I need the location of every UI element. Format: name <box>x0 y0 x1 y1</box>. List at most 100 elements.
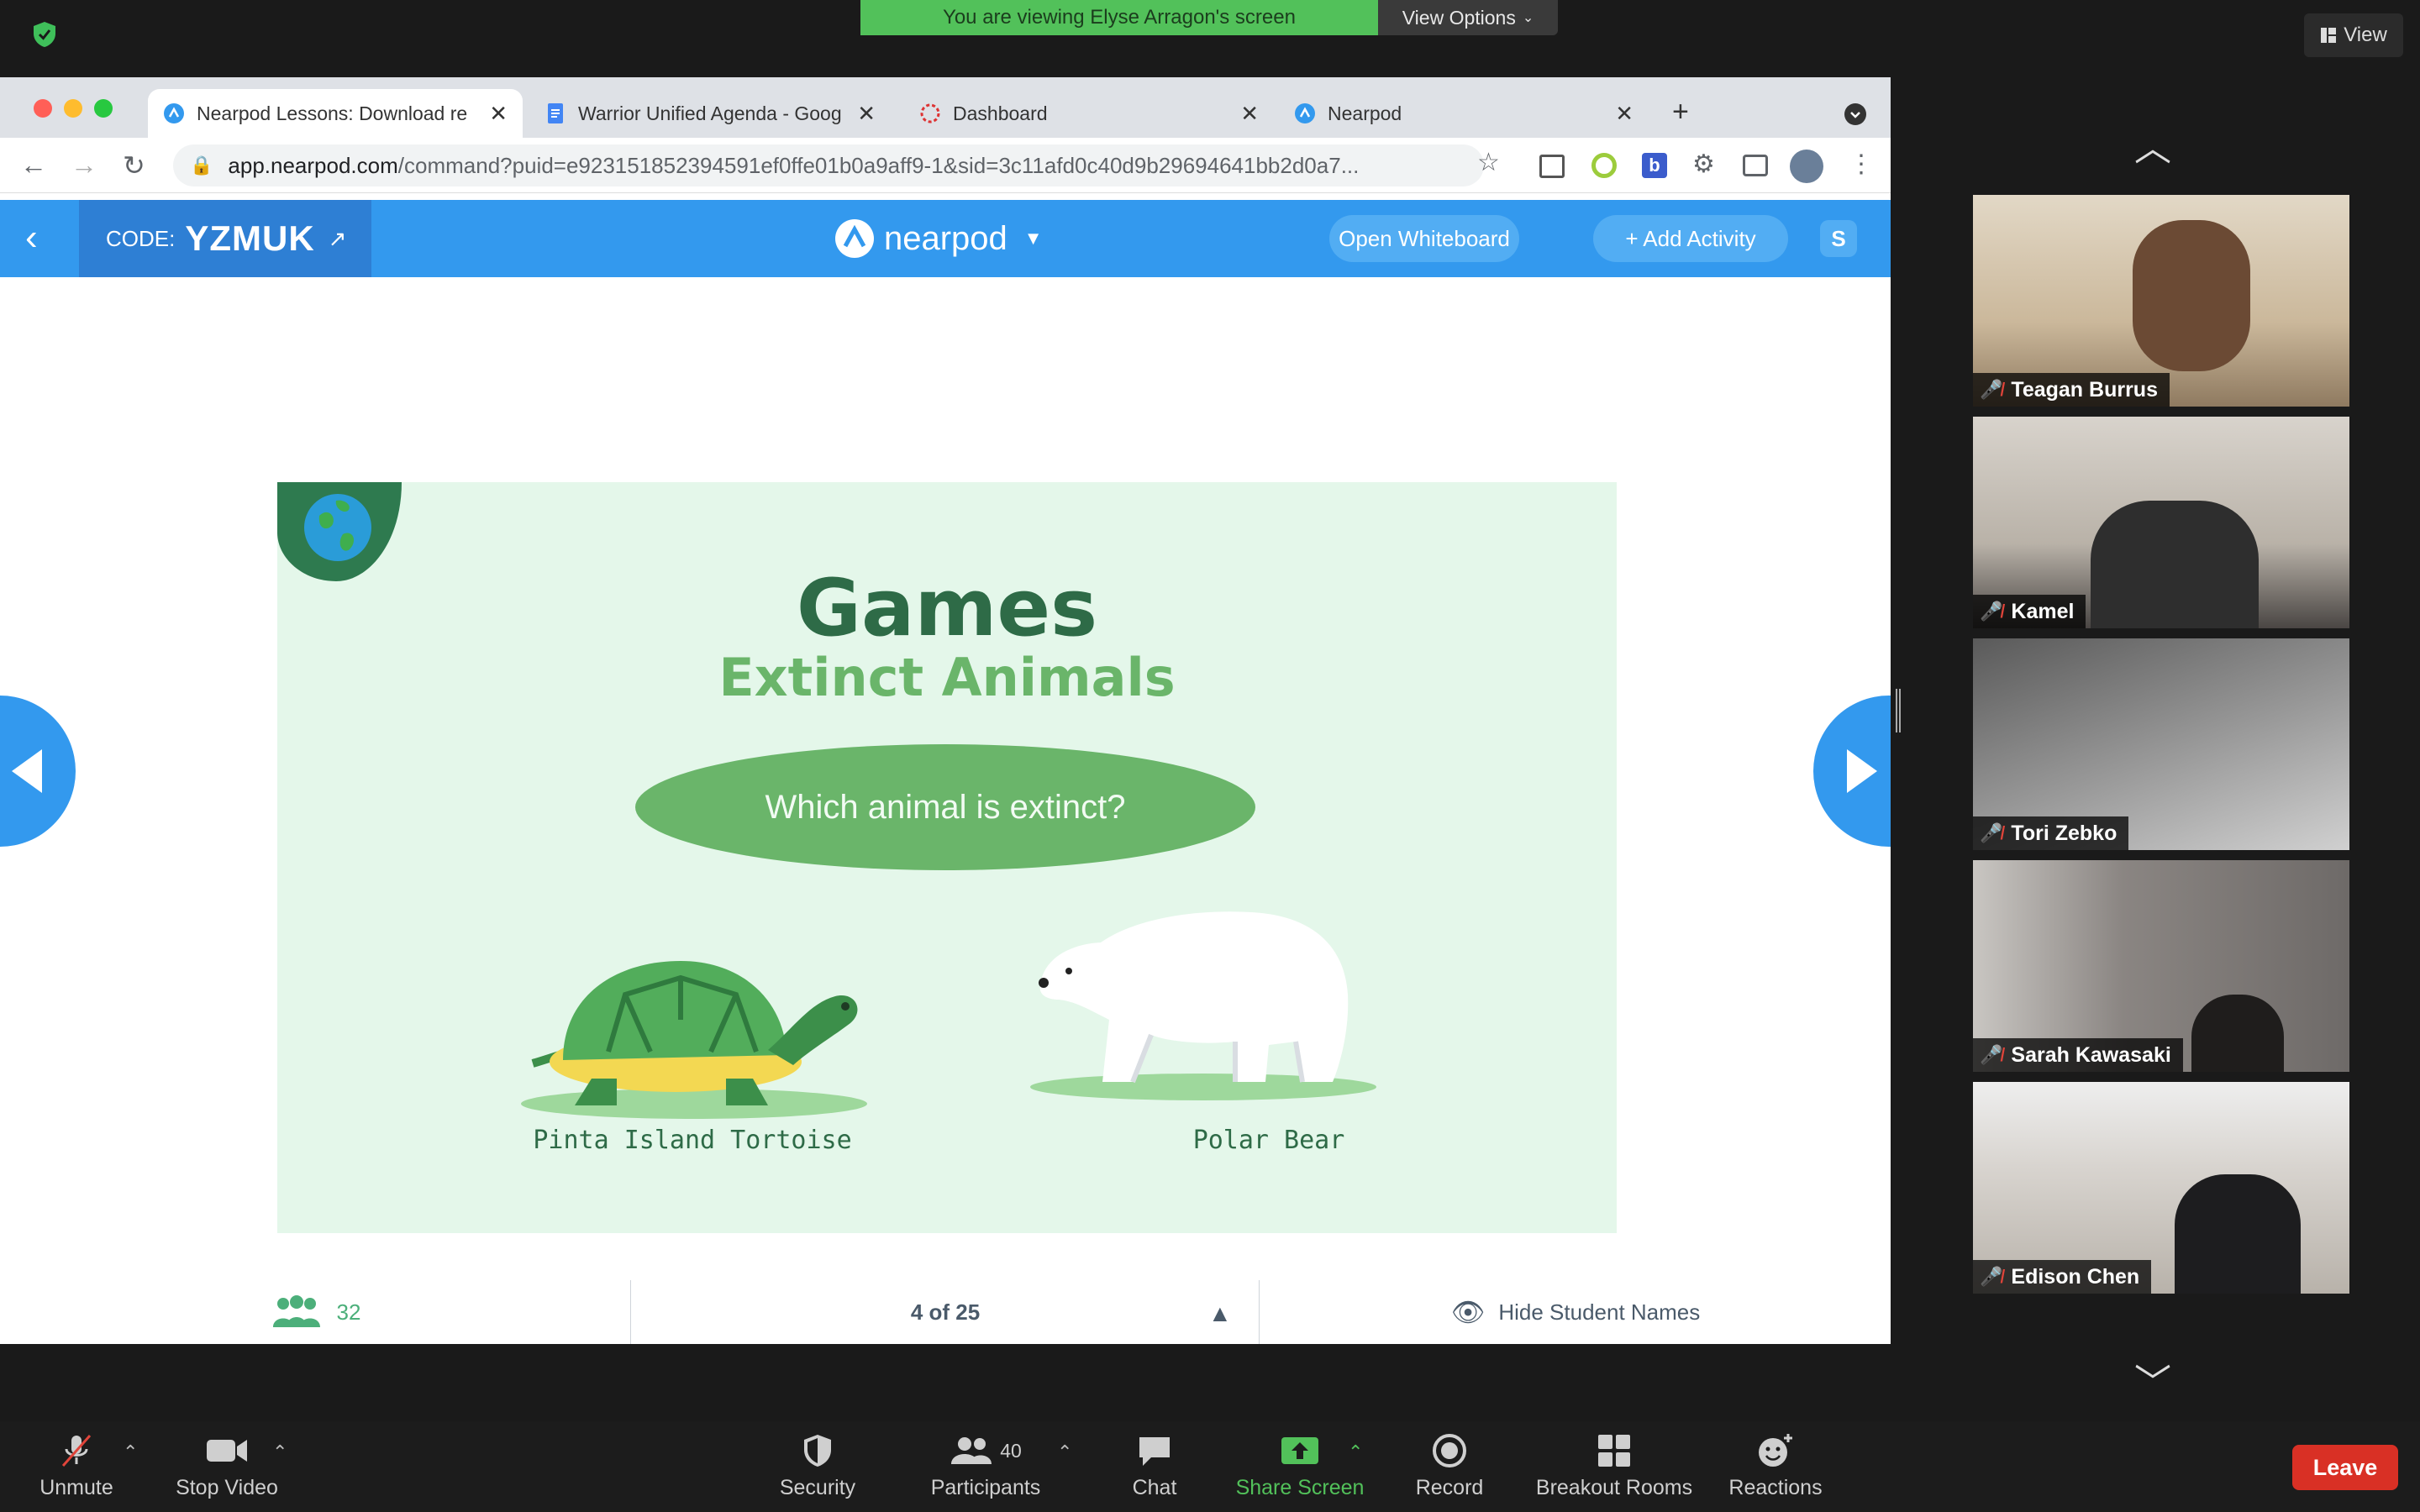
caret-down-icon: ▼ <box>1023 228 1043 249</box>
share-icon: ↗ <box>328 225 347 251</box>
nearpod-logo-menu[interactable]: nearpod ▼ <box>834 215 1043 262</box>
close-icon[interactable]: ✕ <box>857 101 876 127</box>
lock-icon: 🔒 <box>190 155 213 176</box>
new-tab-button[interactable]: + <box>1672 96 1689 129</box>
close-icon[interactable]: ✕ <box>1615 101 1634 127</box>
url-path: /command?puid=e923151852394591ef0ffe01b0… <box>397 152 1360 178</box>
breakout-rooms-label: Breakout Rooms <box>1535 1476 1693 1499</box>
mic-muted-icon: 🎤̸ <box>1980 1044 2003 1065</box>
zoom-top-bar: You are viewing Elyse Arragon's screen V… <box>0 0 2420 77</box>
view-layout-button[interactable]: View <box>2304 13 2403 57</box>
student-count[interactable]: 32 <box>0 1280 630 1344</box>
option-2-label: Polar Bear <box>1192 1126 1345 1155</box>
reactions-button[interactable]: Reactions <box>1719 1428 1832 1507</box>
window-close-button[interactable] <box>34 99 52 118</box>
arrow-left-icon <box>12 749 42 793</box>
unmute-button[interactable]: Unmute <box>30 1428 123 1507</box>
mic-muted-icon: 🎤̸ <box>1980 822 2003 843</box>
tortoise-illustration <box>521 961 867 1119</box>
more-menu-icon[interactable]: ⋮ <box>1849 150 1874 179</box>
url-input[interactable]: 🔒 app.nearpod.com/command?puid=e92315185… <box>173 144 1484 186</box>
view-options-button[interactable]: View Options ⌄ <box>1378 0 1558 35</box>
tab-nearpod[interactable]: Nearpod ✕ <box>1279 89 1649 138</box>
session-code[interactable]: CODE: YZMUK ↗ <box>79 200 371 277</box>
hide-student-names-button[interactable]: 👁 Hide Student Names <box>1260 1280 1891 1344</box>
microphone-muted-icon <box>58 1432 95 1469</box>
video-tile[interactable]: 🎤̸ Edison Chen <box>1973 1082 2349 1294</box>
panel-resize-handle[interactable] <box>1896 689 1901 732</box>
expand-slides-caret-icon[interactable]: ▲ <box>1208 1300 1232 1327</box>
nearpod-icon <box>164 103 184 123</box>
breakout-rooms-icon <box>1597 1432 1632 1469</box>
chevron-down-icon: ⌄ <box>1522 11 1534 25</box>
google-docs-icon <box>548 103 563 123</box>
video-tile[interactable]: 🎤̸ Kamel <box>1973 417 2349 628</box>
video-tile[interactable]: 🎤̸ Teagan Burrus <box>1973 195 2349 407</box>
share-options-caret-icon[interactable]: ⌃ <box>1348 1441 1363 1463</box>
window-maximize-button[interactable] <box>94 99 113 118</box>
dashboard-icon <box>920 103 940 123</box>
share-screen-button[interactable]: Share Screen <box>1230 1428 1370 1507</box>
tab-title: Dashboard <box>953 102 1048 124</box>
chat-button[interactable]: Chat <box>1111 1428 1198 1507</box>
option-1-label: Pinta Island Tortoise <box>533 1126 852 1155</box>
close-icon[interactable]: ✕ <box>1240 101 1259 127</box>
video-camera-icon <box>205 1432 249 1469</box>
reactions-label: Reactions <box>1728 1476 1823 1499</box>
nearpod-icon <box>1295 103 1315 123</box>
extension-b-icon[interactable]: b <box>1642 153 1667 178</box>
encryption-shield-icon[interactable] <box>30 20 59 49</box>
video-tile[interactable]: 🎤̸ Sarah Kawasaki <box>1973 860 2349 1072</box>
security-button[interactable]: Security <box>770 1428 865 1507</box>
tab-warrior-agenda[interactable]: Warrior Unified Agenda - Goog ✕ <box>529 89 891 138</box>
stop-video-button[interactable]: Stop Video <box>168 1428 286 1507</box>
view-layout-label: View <box>2344 24 2387 46</box>
tab-title: Warrior Unified Agenda - Goog <box>578 102 842 124</box>
breakout-rooms-button[interactable]: Breakout Rooms <box>1529 1428 1699 1507</box>
back-chevron-icon[interactable]: ‹ <box>25 217 38 259</box>
bookmark-star-icon[interactable]: ☆ <box>1477 148 1500 177</box>
audio-options-caret-icon[interactable]: ⌃ <box>123 1441 138 1463</box>
participant-name: Edison Chen <box>2011 1264 2140 1289</box>
puzzle-extensions-icon[interactable]: ⚙ <box>1692 150 1715 179</box>
meeting-toolbar <box>0 1421 2420 1512</box>
participants-caret-icon[interactable]: ⌃ <box>1057 1441 1072 1463</box>
extension-timer-icon[interactable] <box>1591 153 1617 178</box>
student-count-value: 32 <box>336 1299 361 1325</box>
participants-button[interactable]: 40 Participants <box>924 1428 1047 1507</box>
nearpod-logo-icon <box>835 219 874 258</box>
tab-nearpod-lessons[interactable]: Nearpod Lessons: Download re ✕ <box>148 89 523 138</box>
close-icon[interactable]: ✕ <box>489 101 508 127</box>
eye-slash-icon: 👁 <box>1450 1297 1486 1327</box>
open-whiteboard-button[interactable]: Open Whiteboard <box>1329 215 1519 262</box>
video-options-caret-icon[interactable]: ⌃ <box>272 1441 287 1463</box>
shield-icon <box>802 1432 834 1469</box>
screen-share-banner: You are viewing Elyse Arragon's screen <box>860 0 1378 35</box>
reload-icon[interactable]: ↻ <box>123 150 145 181</box>
security-label: Security <box>779 1476 856 1499</box>
participant-silhouette <box>2175 1174 2301 1294</box>
browser-window: Nearpod Lessons: Download re ✕ Warrior U… <box>0 77 1891 1344</box>
video-tile[interactable]: 🎤̸ Tori Zebko <box>1973 638 2349 850</box>
settings-s-icon[interactable]: S <box>1820 220 1857 257</box>
chat-label: Chat <box>1132 1476 1177 1499</box>
code-label: CODE: <box>106 225 176 251</box>
window-minimize-button[interactable] <box>64 99 82 118</box>
record-label: Record <box>1415 1476 1484 1499</box>
participant-silhouette <box>2191 995 2284 1072</box>
add-activity-button[interactable]: + Add Activity <box>1593 215 1788 262</box>
leave-button[interactable]: Leave <box>2292 1445 2398 1490</box>
scroll-up-chevron-icon[interactable]: ︿ <box>2134 118 2171 171</box>
tab-search-icon[interactable] <box>1844 102 1867 126</box>
participant-silhouette <box>2133 220 2250 371</box>
extension-cast-icon[interactable] <box>1539 155 1565 178</box>
scroll-down-chevron-icon[interactable]: ﹀ <box>2134 1352 2171 1406</box>
forward-arrow-icon[interactable]: → <box>71 150 97 181</box>
record-button[interactable]: Record <box>1403 1428 1496 1507</box>
stop-video-label: Stop Video <box>176 1476 278 1499</box>
cast-icon[interactable] <box>1743 155 1768 176</box>
avatar[interactable] <box>1790 150 1823 183</box>
back-arrow-icon[interactable]: ← <box>20 150 47 181</box>
tab-dashboard[interactable]: Dashboard ✕ <box>904 89 1274 138</box>
slide-position: 4 of 25 <box>910 1299 981 1325</box>
